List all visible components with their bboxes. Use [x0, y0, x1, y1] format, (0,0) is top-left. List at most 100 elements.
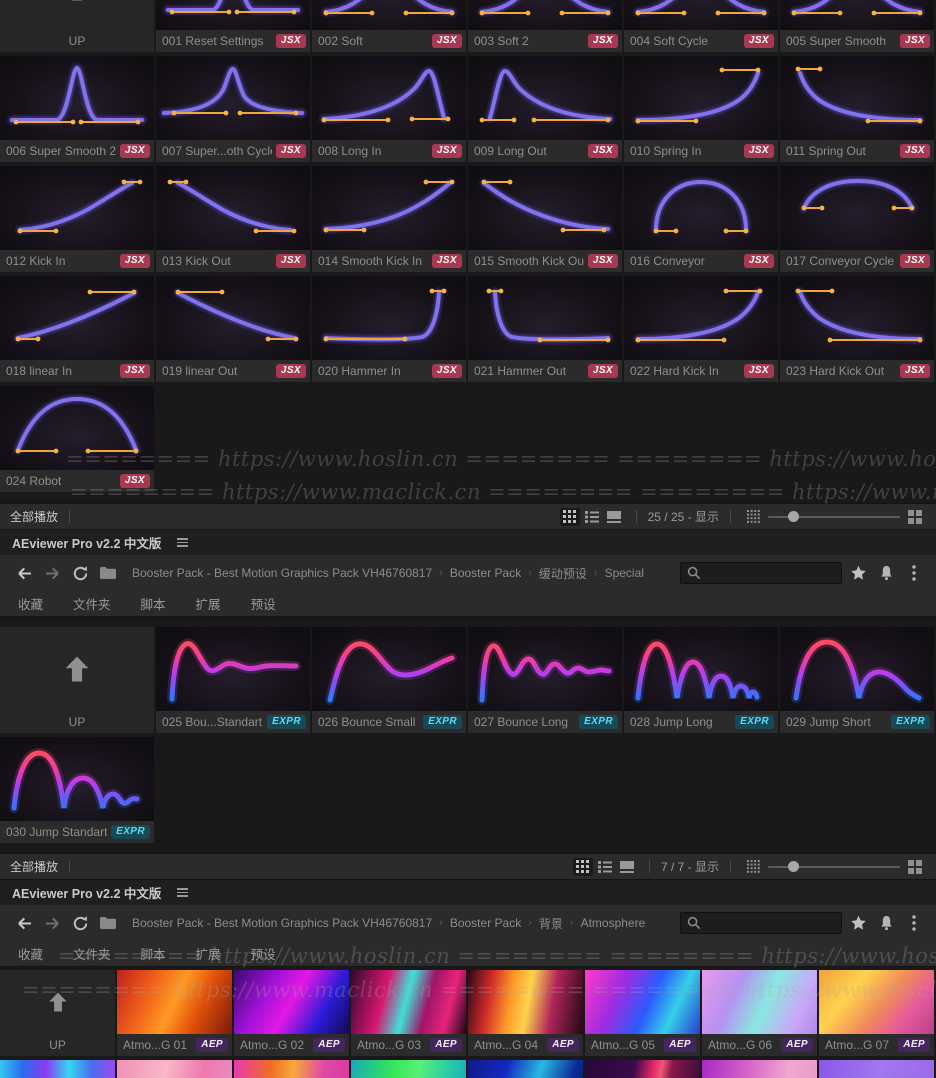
tab-presets[interactable]: 预设 — [251, 944, 276, 963]
preset-item[interactable]: 001 Reset Settings JSX — [156, 0, 310, 52]
preset-item[interactable]: 014 Smooth Kick In JSX — [312, 166, 466, 272]
preset-item[interactable]: 027 Bounce Long EXPR — [468, 627, 622, 733]
back-button[interactable] — [14, 563, 34, 583]
preset-thumbnail[interactable] — [780, 276, 934, 360]
preset-item[interactable] — [819, 1060, 934, 1078]
favorite-star-icon[interactable] — [846, 912, 870, 934]
preset-thumbnail[interactable] — [0, 166, 154, 250]
preset-item[interactable]: 013 Kick Out JSX — [156, 166, 310, 272]
preset-item[interactable]: 011 Spring Out JSX — [780, 56, 934, 162]
list-view-icon[interactable] — [582, 508, 602, 526]
preset-thumbnail[interactable] — [156, 0, 310, 30]
preset-thumbnail[interactable] — [468, 56, 622, 140]
preset-thumbnail[interactable] — [819, 970, 934, 1034]
tab-scripts[interactable]: 脚本 — [141, 944, 166, 963]
preset-thumbnail[interactable] — [468, 166, 622, 250]
search-box[interactable] — [680, 912, 842, 934]
search-input[interactable] — [701, 915, 835, 931]
preset-thumbnail[interactable] — [117, 970, 232, 1034]
preset-item[interactable]: 024 Robot JSX — [0, 386, 154, 492]
preset-thumbnail[interactable] — [702, 1060, 817, 1078]
preset-item[interactable]: 017 Conveyor Cycle JSX — [780, 166, 934, 272]
preset-item[interactable]: 004 Soft Cycle JSX — [624, 0, 778, 52]
preset-thumbnail[interactable] — [624, 0, 778, 30]
search-box[interactable] — [680, 562, 842, 584]
preset-item[interactable]: Atmo...G 01 AEP — [117, 970, 232, 1056]
preset-item[interactable] — [702, 1060, 817, 1078]
preset-item[interactable] — [585, 1060, 700, 1078]
preset-item[interactable]: 021 Hammer Out JSX — [468, 276, 622, 382]
slider-knob[interactable] — [788, 860, 799, 872]
tab-folders[interactable]: 文件夹 — [73, 594, 111, 613]
tab-scripts[interactable]: 脚本 — [141, 594, 166, 613]
breadcrumb-item[interactable]: Booster Pack - Best Motion Graphics Pack… — [132, 916, 432, 930]
breadcrumb-item[interactable]: Booster Pack — [450, 566, 521, 580]
preset-item[interactable]: 020 Hammer In JSX — [312, 276, 466, 382]
preset-item[interactable]: 006 Super Smooth 2 JSX — [0, 56, 154, 162]
menu-icon[interactable] — [177, 536, 189, 549]
preset-thumbnail[interactable] — [351, 1060, 466, 1078]
play-all-button[interactable]: 全部播放 — [10, 858, 58, 875]
preset-item[interactable]: 003 Soft 2 JSX — [468, 0, 622, 52]
preset-thumbnail[interactable] — [468, 276, 622, 360]
size-slider[interactable] — [768, 510, 900, 524]
breadcrumb-item[interactable]: Atmosphere — [581, 916, 646, 930]
refresh-button[interactable] — [70, 563, 90, 583]
preset-thumbnail[interactable] — [624, 276, 778, 360]
layout-icon[interactable] — [905, 858, 925, 876]
grid-view-icon[interactable] — [559, 507, 580, 526]
preset-thumbnail[interactable] — [0, 276, 154, 360]
kebab-menu-icon[interactable] — [902, 562, 926, 584]
preset-thumbnail[interactable] — [468, 0, 622, 30]
preset-item[interactable]: 023 Hard Kick Out JSX — [780, 276, 934, 382]
forward-button[interactable] — [42, 913, 62, 933]
play-all-button[interactable]: 全部播放 — [10, 508, 58, 525]
preset-item[interactable]: 009 Long Out JSX — [468, 56, 622, 162]
preset-thumbnail[interactable] — [0, 737, 154, 821]
preset-item[interactable]: Atmo...G 02 AEP — [234, 970, 349, 1056]
preset-thumbnail[interactable] — [468, 627, 622, 711]
preset-thumbnail[interactable] — [819, 1060, 934, 1078]
preset-thumbnail[interactable] — [468, 970, 583, 1034]
menu-icon[interactable] — [177, 886, 189, 899]
forward-button[interactable] — [42, 563, 62, 583]
preset-item[interactable] — [117, 1060, 232, 1078]
preset-thumbnail[interactable] — [780, 56, 934, 140]
preset-thumbnail[interactable] — [0, 1060, 115, 1078]
preset-item[interactable]: 029 Jump Short EXPR — [780, 627, 934, 733]
preset-item[interactable]: Atmo...G 07 AEP — [819, 970, 934, 1056]
preset-item[interactable] — [351, 1060, 466, 1078]
breadcrumb-item[interactable]: Special — [605, 566, 644, 580]
preset-item[interactable]: 012 Kick In JSX — [0, 166, 154, 272]
preset-item[interactable]: 016 Conveyor JSX — [624, 166, 778, 272]
preset-item[interactable]: 007 Super...oth Cycle JSX — [156, 56, 310, 162]
preset-item[interactable]: Atmo...G 06 AEP — [702, 970, 817, 1056]
preset-item[interactable]: 018 linear In JSX — [0, 276, 154, 382]
preset-item[interactable]: 008 Long In JSX — [312, 56, 466, 162]
preset-item[interactable]: 015 Smooth Kick Out JSX — [468, 166, 622, 272]
up-item[interactable]: UP — [0, 0, 154, 52]
tab-presets[interactable]: 预设 — [251, 594, 276, 613]
up-item[interactable]: UP — [0, 970, 115, 1056]
up-item[interactable]: UP — [0, 627, 154, 733]
preset-thumbnail[interactable] — [312, 166, 466, 250]
layout-icon[interactable] — [905, 508, 925, 526]
preset-item[interactable]: Atmo...G 05 AEP — [585, 970, 700, 1056]
preset-item[interactable]: 028 Jump Long EXPR — [624, 627, 778, 733]
favorite-star-icon[interactable] — [846, 562, 870, 584]
preset-thumbnail[interactable] — [780, 0, 934, 30]
search-input[interactable] — [701, 565, 835, 581]
preset-item[interactable]: 025 Bou...Standart EXPR — [156, 627, 310, 733]
preset-item[interactable] — [234, 1060, 349, 1078]
refresh-button[interactable] — [70, 913, 90, 933]
preset-thumbnail[interactable] — [312, 56, 466, 140]
kebab-menu-icon[interactable] — [902, 912, 926, 934]
preset-thumbnail[interactable] — [156, 56, 310, 140]
preset-item[interactable]: Atmo...G 04 AEP — [468, 970, 583, 1056]
detail-view-icon[interactable] — [617, 858, 637, 876]
preset-item[interactable]: 022 Hard Kick In JSX — [624, 276, 778, 382]
grid-view-icon[interactable] — [572, 857, 593, 876]
preset-thumbnail[interactable] — [156, 276, 310, 360]
bell-icon[interactable] — [874, 562, 898, 584]
detail-view-icon[interactable] — [604, 508, 624, 526]
